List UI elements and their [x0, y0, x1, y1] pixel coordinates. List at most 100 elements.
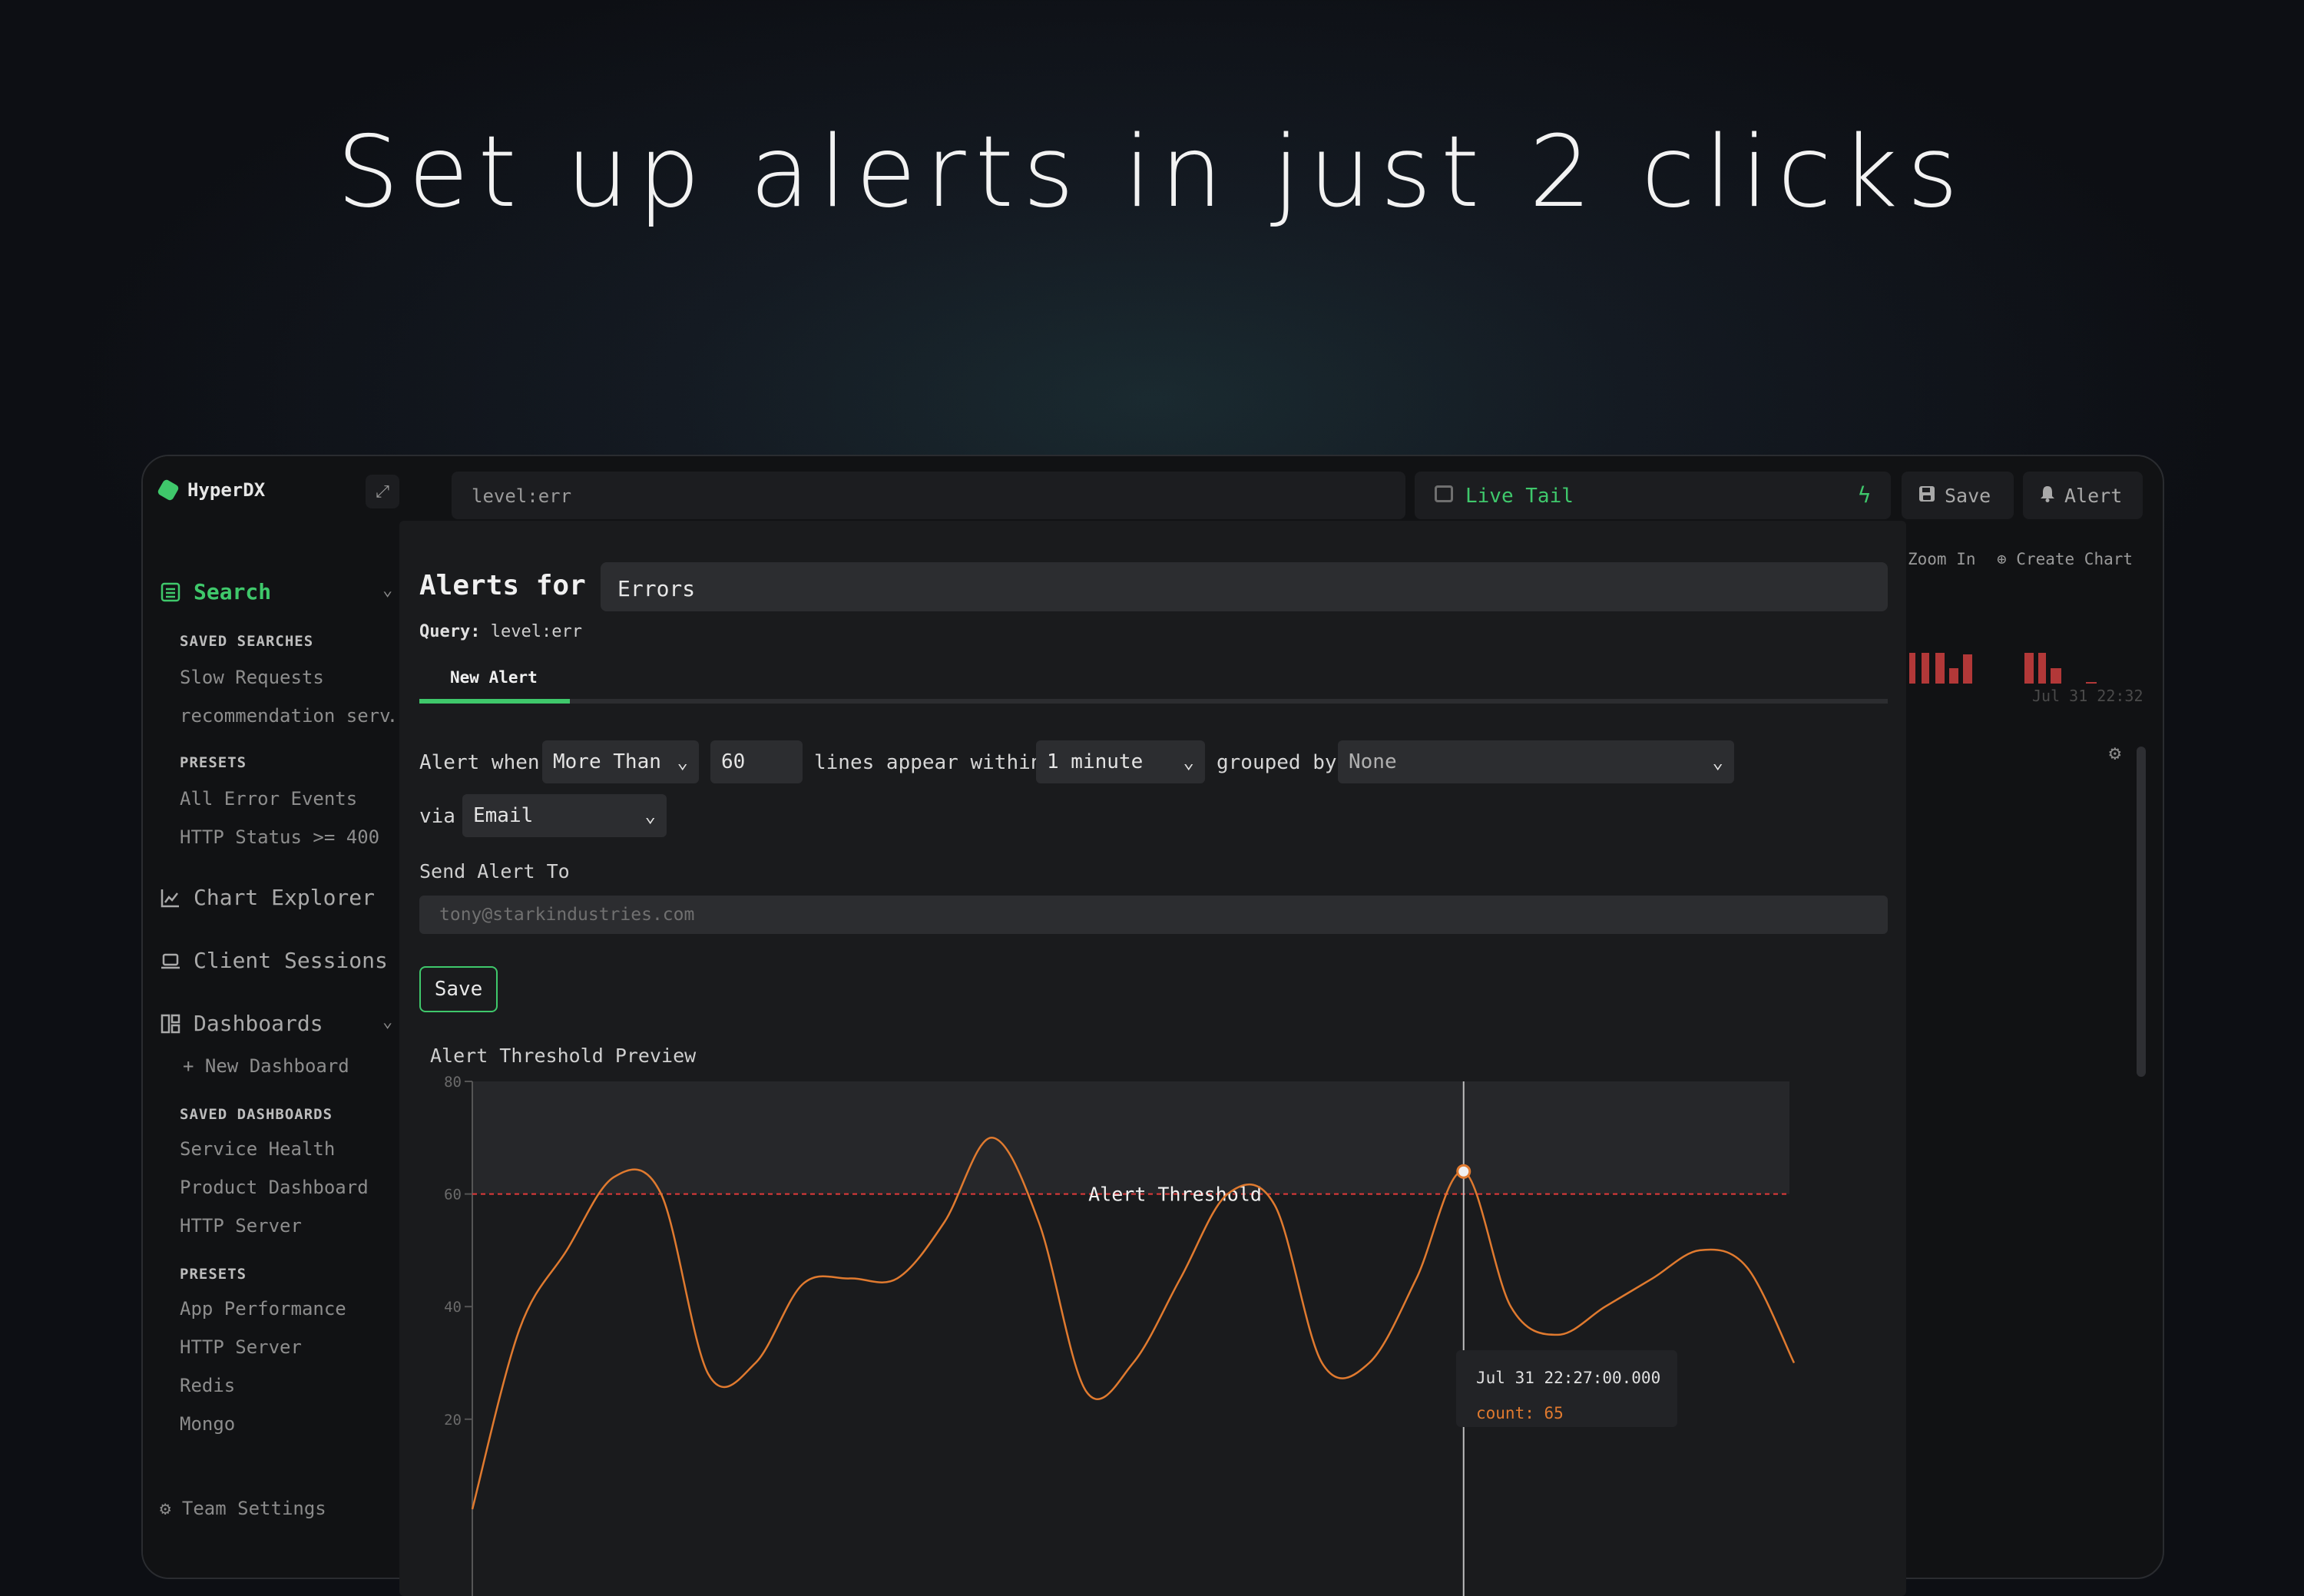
lines-within-label: lines appear within — [814, 751, 1043, 774]
threshold-label: Alert Threshold — [1088, 1184, 1262, 1206]
nav-chart-explorer-label: Chart Explorer — [194, 885, 376, 910]
tab-divider — [419, 699, 1888, 704]
plus-icon: + — [183, 1055, 205, 1077]
saved-search-item[interactable]: Slow Requests — [180, 667, 395, 688]
plus-circle-icon: ⊕ — [1997, 550, 2017, 568]
threshold-input[interactable]: 60 — [710, 740, 803, 783]
save-icon — [1918, 485, 1935, 507]
y-tick-label: 20 — [444, 1412, 462, 1429]
threshold-value: 60 — [721, 750, 746, 773]
y-tick-label: 80 — [444, 1074, 462, 1091]
nav-chart-explorer[interactable]: Chart Explorer — [160, 885, 375, 910]
histogram-bar — [1963, 654, 1972, 684]
condition-value: More Than — [553, 750, 661, 773]
dashboard-preset-item[interactable]: Mongo — [180, 1413, 395, 1435]
histogram-bar — [1922, 653, 1929, 684]
save-button[interactable]: Save — [419, 966, 498, 1012]
window-select[interactable]: 1 minute ⌄ — [1036, 740, 1205, 783]
app-name: HyperDX — [187, 479, 266, 501]
alert-button[interactable]: Alert — [2023, 472, 2143, 519]
saved-searches-heading: SAVED SEARCHES — [180, 633, 314, 650]
condition-select[interactable]: More Than ⌄ — [542, 740, 699, 783]
zoom-in-button[interactable]: Zoom In — [1908, 550, 1976, 568]
chevron-down-icon: ⌄ — [677, 751, 688, 773]
histogram-bar — [2038, 653, 2046, 684]
saved-dashboard-item[interactable]: HTTP Server — [180, 1215, 395, 1237]
preview-title: Alert Threshold Preview — [430, 1045, 697, 1067]
presets-heading: PRESETS — [180, 754, 247, 771]
alert-modal: Alerts for Errors Query: level:err New A… — [399, 521, 1906, 1596]
group-by-select[interactable]: None ⌄ — [1338, 740, 1734, 783]
new-dashboard-link[interactable]: + New Dashboard — [183, 1055, 398, 1077]
via-label: via — [419, 805, 455, 828]
team-settings-link[interactable]: ⚙ Team Settings — [160, 1498, 375, 1519]
histogram-bar — [2051, 668, 2061, 684]
histogram-bar — [1909, 653, 1915, 684]
nav-dashboards[interactable]: Dashboards — [160, 1011, 323, 1036]
laptop-icon — [160, 950, 181, 972]
tooltip-time: Jul 31 22:27:00.000 — [1476, 1369, 1661, 1387]
tab-active-indicator — [419, 699, 570, 704]
create-chart-button[interactable]: ⊕ Create Chart — [1997, 550, 2133, 568]
chevron-down-icon: ⌄ — [644, 805, 656, 826]
preset-item[interactable]: All Error Events — [180, 788, 395, 810]
alert-name-input[interactable]: Errors — [601, 562, 1888, 611]
nav-search-label: Search — [194, 579, 272, 604]
alert-region — [472, 1081, 1789, 1194]
scrollbar[interactable] — [2137, 747, 2146, 1077]
saved-dashboard-item[interactable]: Product Dashboard — [180, 1177, 395, 1198]
dashboard-icon — [160, 1013, 181, 1035]
nav-search[interactable]: Search — [160, 579, 271, 604]
query-value: level:err — [490, 622, 582, 641]
alert-label: Alert — [2064, 484, 2123, 507]
line-chart-icon — [160, 887, 181, 909]
nav-client-sessions[interactable]: Client Sessions — [160, 948, 388, 973]
dashboard-preset-item[interactable]: HTTP Server — [180, 1336, 395, 1358]
saved-dashboard-item[interactable]: Service Health — [180, 1138, 395, 1160]
y-tick-label: 60 — [444, 1187, 462, 1204]
modal-title: Alerts for — [419, 570, 586, 601]
search-query-text: level:err — [472, 485, 572, 507]
alert-when-label: Alert when — [419, 751, 540, 774]
chevron-down-icon: ⌄ — [1712, 751, 1723, 773]
y-tick-label: 40 — [444, 1299, 462, 1316]
group-by-value: None — [1349, 750, 1397, 773]
histogram-bar — [2024, 653, 2034, 684]
dashboard-preset-item[interactable]: Redis — [180, 1375, 395, 1396]
histogram-bar — [1949, 668, 1958, 684]
hover-point — [1456, 1164, 1471, 1179]
gear-icon[interactable]: ⚙ — [2109, 742, 2121, 765]
histogram-date-label: Jul 31 22:32 — [2032, 687, 2143, 705]
window-value: 1 minute — [1047, 750, 1144, 773]
new-dashboard-label: New Dashboard — [204, 1055, 349, 1077]
headline: Set up alerts in just 2 clicks — [336, 115, 1968, 230]
channel-value: Email — [473, 804, 534, 827]
chevron-down-icon[interactable]: ⌄ — [382, 1012, 392, 1031]
saved-dashboards-heading: SAVED DASHBOARDS — [180, 1106, 333, 1123]
gear-icon: ⚙ — [160, 1498, 182, 1519]
grouped-by-label: grouped by — [1217, 751, 1337, 774]
chart-tooltip: Jul 31 22:27:00.000 count: 65 — [1456, 1350, 1677, 1427]
expand-icon[interactable]: ⤢ — [366, 475, 399, 508]
saved-search-item[interactable]: recommendation serv… — [180, 705, 395, 727]
query-label: Query: — [419, 622, 481, 641]
nav-client-sessions-label: Client Sessions — [194, 948, 388, 973]
preset-item[interactable]: HTTP Status >= 400 — [180, 826, 395, 848]
logo[interactable]: HyperDX — [156, 478, 266, 502]
dashboard-presets-heading: PRESETS — [180, 1266, 247, 1283]
live-tail-button[interactable]: Live Tail ϟ — [1415, 472, 1891, 519]
save-search-button[interactable]: Save — [1902, 472, 2014, 519]
tab-new-alert[interactable]: New Alert — [450, 668, 538, 687]
chevron-down-icon[interactable]: ⌄ — [382, 581, 392, 600]
email-field[interactable]: tony@starkindustries.com — [419, 896, 1888, 934]
histogram-bar — [1935, 653, 1945, 684]
histogram-bar — [2086, 682, 2097, 684]
chevron-down-icon: ⌄ — [1183, 751, 1194, 773]
dashboard-preset-item[interactable]: App Performance — [180, 1298, 395, 1320]
query-display: Query: level:err — [419, 622, 582, 641]
search-input[interactable]: level:err — [452, 472, 1405, 519]
calendar-icon — [1435, 485, 1453, 502]
send-to-label: Send Alert To — [419, 860, 570, 882]
save-search-label: Save — [1945, 484, 1991, 507]
channel-select[interactable]: Email ⌄ — [462, 794, 667, 837]
